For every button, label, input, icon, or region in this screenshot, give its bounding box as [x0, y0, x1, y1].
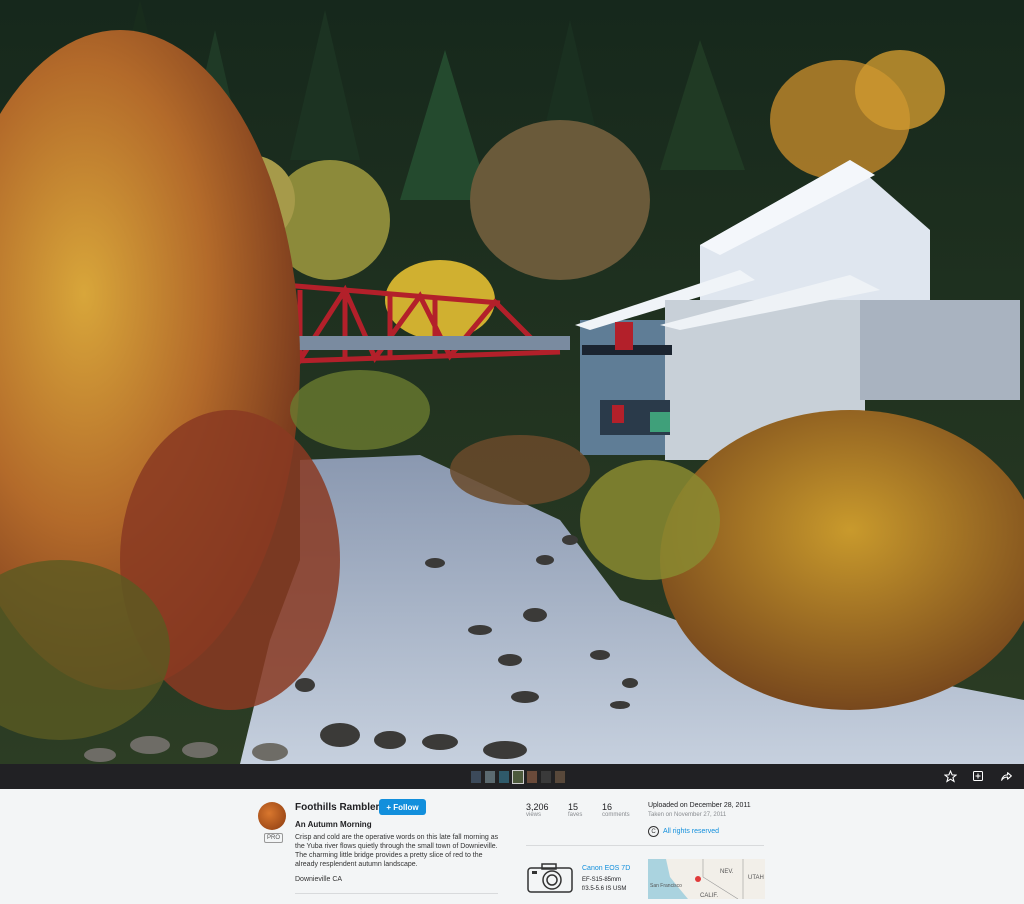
- divider: [295, 893, 498, 894]
- map-label-san-francisco: San Francisco: [650, 883, 682, 889]
- photo-toolbar: [0, 764, 1024, 789]
- license-link[interactable]: C All rights reserved: [648, 826, 719, 837]
- star-icon[interactable]: [942, 768, 958, 784]
- main-photo[interactable]: [0, 0, 1024, 764]
- camera-model-link[interactable]: Canon EOS 7D: [582, 865, 630, 872]
- map-pin-icon: [695, 876, 701, 882]
- comments-label: comments: [602, 812, 630, 818]
- filmstrip-thumbnail[interactable]: [526, 770, 538, 784]
- pro-badge: PRO: [264, 833, 284, 843]
- photo-title: An Autumn Morning: [295, 820, 372, 829]
- follow-button[interactable]: + Follow: [379, 799, 426, 815]
- photo-scene: [0, 0, 1024, 764]
- aperture-info: f/3.5-5.6 IS USM: [582, 886, 627, 892]
- map-label-calif: CALIF.: [700, 893, 718, 899]
- filmstrip-thumbnail[interactable]: [470, 770, 482, 784]
- license-label: All rights reserved: [663, 828, 720, 835]
- camera-icon: [526, 862, 574, 894]
- comments-count: 16: [602, 802, 613, 812]
- faves-stat[interactable]: 15 faves: [568, 802, 582, 818]
- filmstrip-thumbnail[interactable]: [554, 770, 566, 784]
- photo-location[interactable]: Downieville CA: [295, 876, 342, 883]
- add-to-gallery-icon[interactable]: [970, 768, 986, 784]
- photo-description: Crisp and cold are the operative words o…: [295, 834, 499, 868]
- photo-info-panel: PRO Foothills Rambler + Follow An Autumn…: [0, 789, 1024, 904]
- views-label: views: [526, 812, 542, 818]
- copyright-icon: C: [648, 826, 659, 837]
- filmstrip-thumbnail[interactable]: [498, 770, 510, 784]
- author-name[interactable]: Foothills Rambler: [295, 802, 379, 813]
- avatar[interactable]: [258, 802, 286, 830]
- filmstrip-thumbnail[interactable]: [484, 770, 496, 784]
- comments-stat[interactable]: 16 comments: [602, 802, 630, 818]
- filmstrip: [470, 770, 566, 784]
- location-map[interactable]: NEV. UTAH San Francisco CALIF.: [648, 859, 765, 899]
- share-icon[interactable]: [998, 768, 1014, 784]
- taken-date[interactable]: Taken on November 27, 2011: [648, 812, 726, 818]
- filmstrip-thumbnail-current[interactable]: [512, 770, 524, 784]
- divider: [526, 845, 764, 846]
- faves-label: faves: [568, 812, 583, 818]
- views-count: 3,206: [526, 802, 549, 812]
- map-label-nev: NEV.: [720, 869, 734, 875]
- lens-info: EF-S15-85mm: [582, 877, 622, 883]
- views-stat: 3,206 views: [526, 802, 549, 818]
- map-label-utah: UTAH: [748, 875, 764, 881]
- filmstrip-thumbnail[interactable]: [540, 770, 552, 784]
- faves-count: 15: [568, 802, 579, 812]
- upload-date: Uploaded on December 28, 2011: [648, 802, 751, 809]
